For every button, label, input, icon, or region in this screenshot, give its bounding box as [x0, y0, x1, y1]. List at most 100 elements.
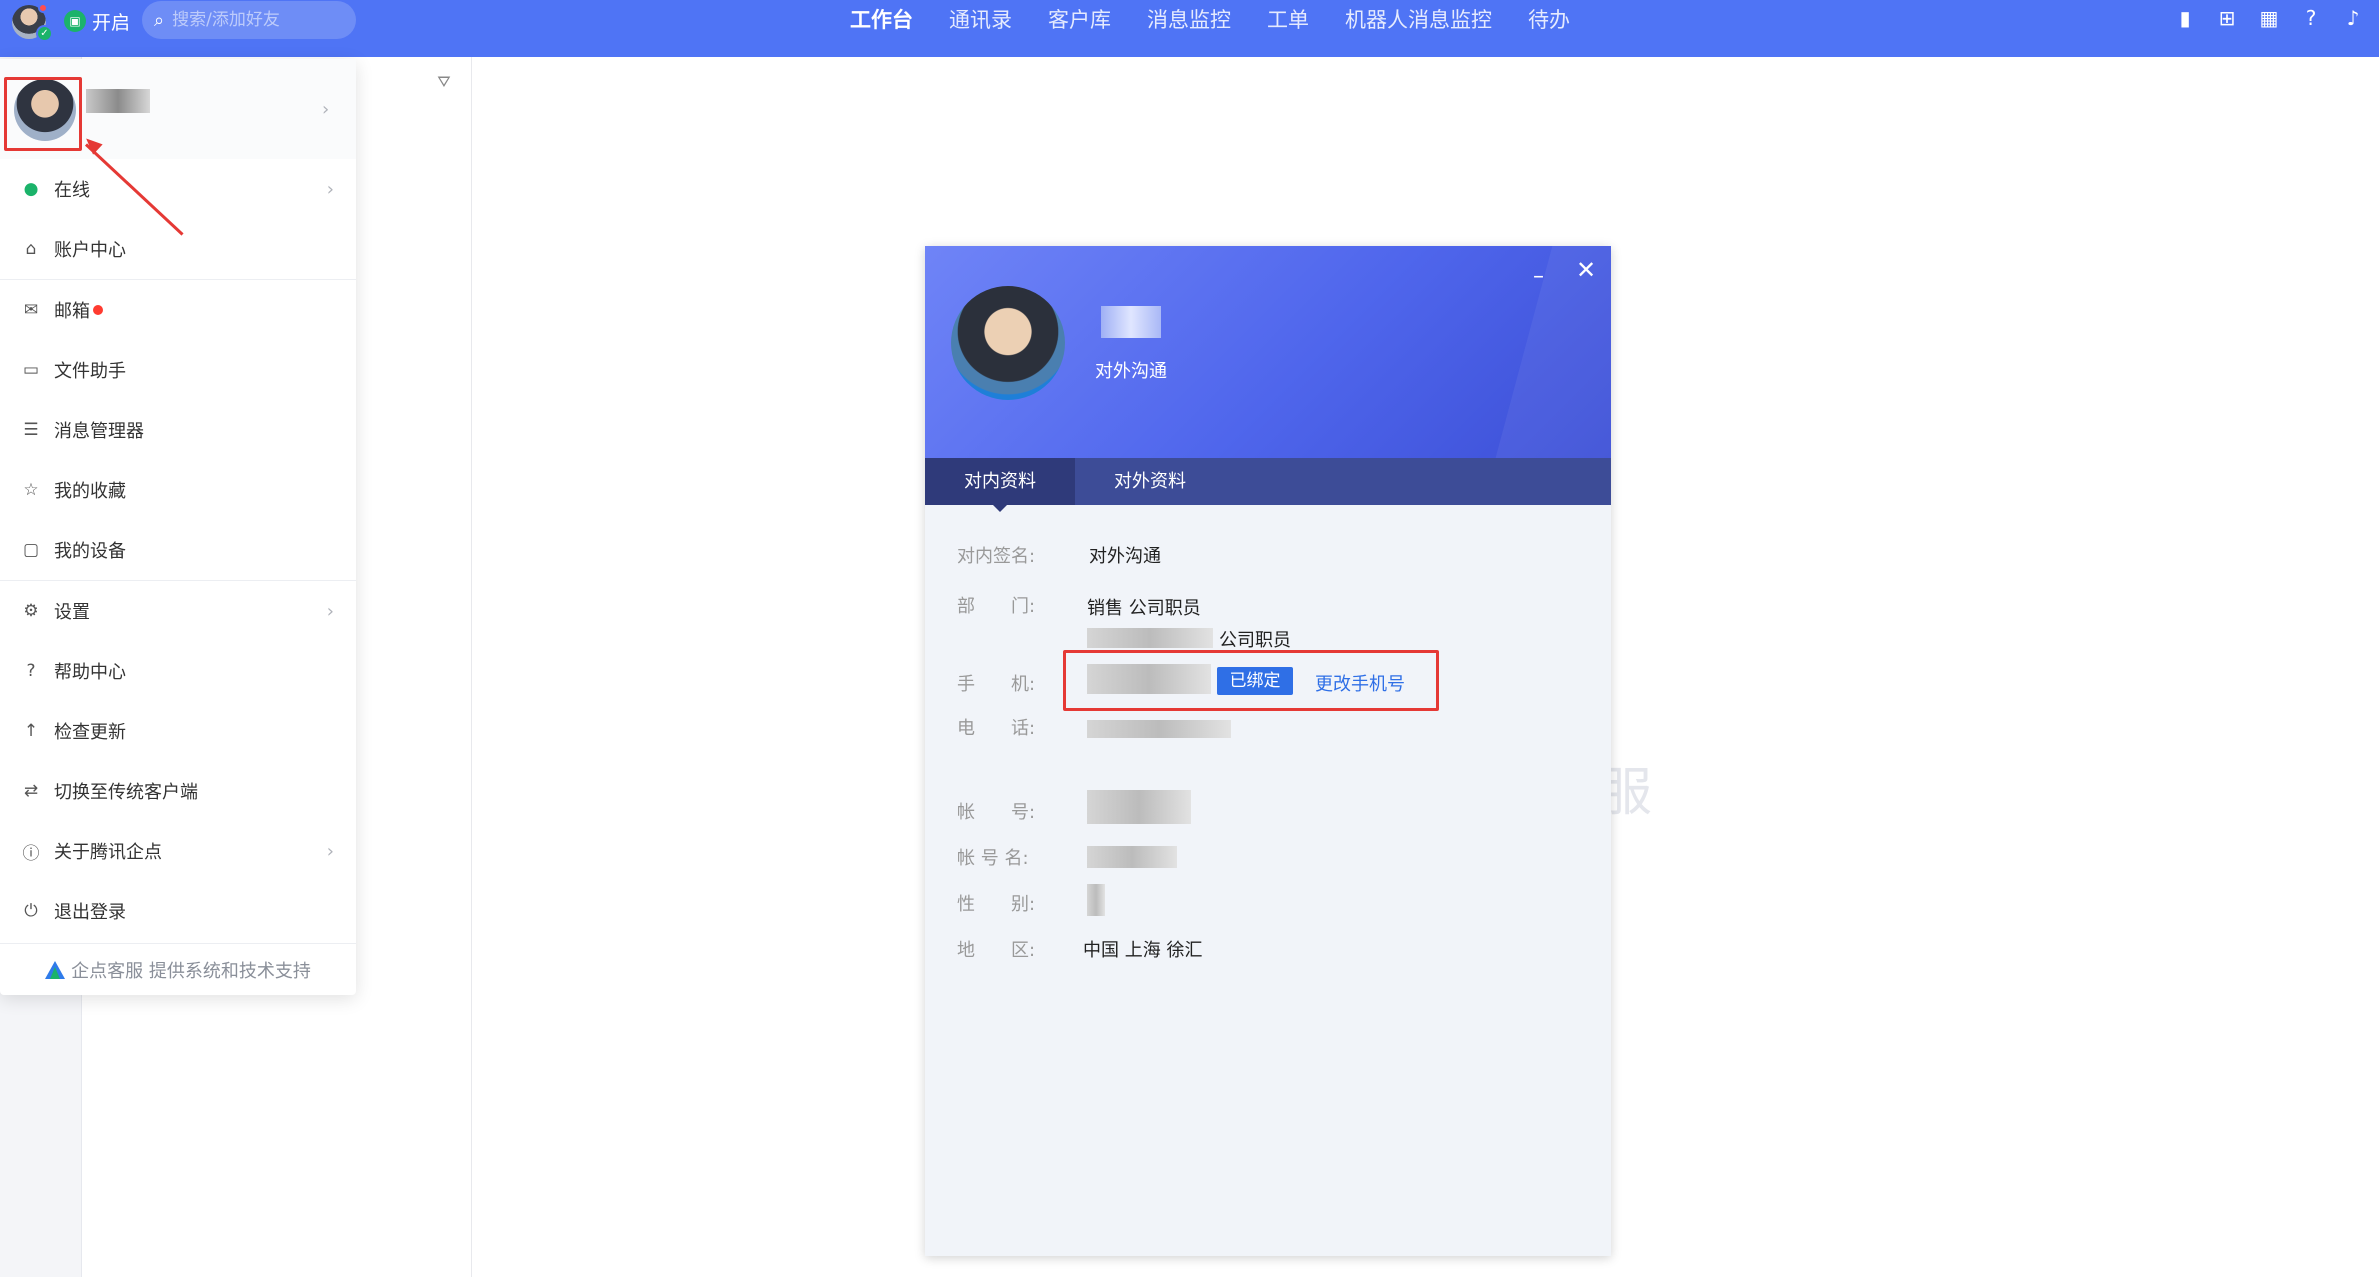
search-icon: ⌕: [154, 9, 165, 31]
profile-tabs: 对内资料 对外资料: [925, 458, 1611, 512]
signal-icon[interactable]: ▮: [2173, 6, 2197, 30]
highlight-box-mobile: [1063, 650, 1439, 711]
chevron-right-icon: ›: [326, 178, 334, 200]
menu-item-help-center[interactable]: ? 帮助中心: [0, 641, 356, 701]
menu-item-label: 关于腾讯企点: [54, 842, 162, 863]
highlight-box-avatar: [4, 77, 82, 151]
telephone-blurred: [1087, 720, 1231, 738]
info-icon: ⓘ: [22, 843, 40, 864]
unread-dot: [93, 305, 103, 315]
add-icon[interactable]: ⊞: [2215, 6, 2239, 30]
value-region: 中国 上海 徐汇: [1083, 940, 1203, 961]
menu-item-logout[interactable]: ⏻ 退出登录: [0, 881, 356, 941]
tab-contacts[interactable]: 通讯录: [949, 4, 1012, 34]
mail-icon: ✉: [23, 300, 39, 320]
label-account-name: 帐 号 名:: [957, 848, 1029, 869]
menu-item-label: 邮箱: [54, 301, 90, 322]
qidian-logo-icon: [45, 960, 66, 979]
profile-avatar[interactable]: [951, 286, 1065, 400]
main-nav: 工作台 通讯录 客户库 消息监控 工单 机器人消息监控 待办: [850, 0, 1606, 38]
menu-item-about[interactable]: ⓘ 关于腾讯企点 ›: [0, 821, 356, 881]
menu-footer: 企点客服 提供系统和技术支持: [0, 943, 356, 995]
menu-item-label: 切换至传统客户端: [54, 782, 198, 803]
profile-name-blurred: [1101, 306, 1161, 338]
tab-todo[interactable]: 待办: [1528, 4, 1570, 34]
label-internal-signature: 对内签名:: [957, 546, 1036, 567]
tab-customer-db[interactable]: 客户库: [1048, 4, 1111, 34]
profile-card: 对外沟通 – ✕ 对内资料 对外资料 对内签名: 对外沟通 部 门: 销售 公司…: [925, 246, 1611, 1256]
help-icon[interactable]: ?: [2299, 6, 2323, 30]
menu-item-settings[interactable]: ⚙ 设置 ›: [0, 581, 356, 641]
account-blurred: [1087, 790, 1191, 824]
value-internal-signature: 对外沟通: [1089, 546, 1161, 567]
chat-icon: ▣: [64, 10, 86, 32]
menu-item-switch-client[interactable]: ⇄ 切换至传统客户端: [0, 761, 356, 821]
close-icon[interactable]: ✕: [1576, 256, 1596, 284]
tab-internal-profile[interactable]: 对内资料: [925, 458, 1075, 512]
folder-icon: ▭: [22, 360, 40, 380]
label-telephone: 电 话:: [957, 718, 1036, 739]
value-department-1: 销售 公司职员: [1087, 598, 1201, 619]
monitor-icon: ▢: [22, 540, 40, 560]
menu-item-check-update[interactable]: ↑ 检查更新: [0, 701, 356, 761]
search-input[interactable]: [172, 10, 323, 30]
menu-username-blurred: [86, 89, 150, 113]
chevron-right-icon: ›: [326, 600, 334, 622]
power-icon: ⏻: [24, 901, 38, 921]
gender-blurred: [1087, 884, 1105, 916]
chevron-right-icon: ›: [322, 99, 330, 120]
menu-item-label: 检查更新: [54, 722, 126, 743]
tab-workbench[interactable]: 工作台: [850, 4, 913, 34]
footer-text: 企点客服 提供系统和技术支持: [71, 960, 311, 982]
switch-icon: ⇄: [23, 781, 39, 801]
menu-item-label: 退出登录: [54, 902, 126, 923]
message-manager-icon: ☰: [23, 420, 39, 440]
top-bar: ✓ ▣ 开启 ⌕ 工作台 通讯录 客户库 消息监控 工单 机器人消息监控 待办 …: [0, 0, 2379, 57]
user-menu: › ● 在线 › ⌂ 账户中心 ✉ 邮箱 ▭ 文件助手 ☰ 消息管理器 ☆ 我的…: [0, 59, 356, 995]
chevron-right-icon: ›: [326, 840, 334, 862]
menu-item-label: 帮助中心: [54, 662, 126, 683]
filter-icon[interactable]: ⛛: [432, 72, 456, 96]
online-check-icon: ●: [23, 179, 39, 199]
toolbar-right: ▮ ⊞ ▦ ? ♪: [2173, 6, 2365, 30]
tab-bot-message-monitor[interactable]: 机器人消息监控: [1345, 4, 1492, 34]
online-check-icon: ✓: [36, 25, 53, 42]
label-mobile: 手 机:: [957, 674, 1036, 695]
department-blurred: [1087, 628, 1213, 648]
label-gender: 性 别:: [957, 894, 1036, 915]
account-name-blurred: [1087, 846, 1177, 868]
menu-item-label: 设置: [54, 602, 90, 623]
minimize-icon[interactable]: –: [1533, 264, 1544, 289]
menu-item-label: 我的设备: [54, 541, 126, 562]
search-box[interactable]: ⌕: [142, 1, 356, 39]
menu-item-label: 账户中心: [54, 240, 126, 261]
tab-message-monitor[interactable]: 消息监控: [1147, 4, 1231, 34]
menu-item-favorites[interactable]: ☆ 我的收藏: [0, 460, 356, 520]
label-account: 帐 号:: [957, 802, 1036, 823]
menu-item-label: 文件助手: [54, 361, 126, 382]
label-department: 部 门:: [957, 596, 1036, 617]
menu-item-label: 我的收藏: [54, 481, 126, 502]
menu-item-mailbox[interactable]: ✉ 邮箱: [0, 280, 356, 340]
tab-ticket[interactable]: 工单: [1267, 4, 1309, 34]
notification-dot: [38, 3, 48, 13]
status-toggle[interactable]: ▣ 开启: [64, 8, 130, 34]
home-icon: ⌂: [25, 239, 37, 259]
star-icon: ☆: [23, 480, 39, 500]
menu-item-online[interactable]: ● 在线 ›: [0, 159, 356, 219]
tab-external-profile[interactable]: 对外资料: [1075, 458, 1225, 505]
menu-item-my-devices[interactable]: ▢ 我的设备: [0, 520, 356, 580]
status-label: 开启: [92, 11, 131, 34]
user-avatar[interactable]: ✓: [12, 3, 53, 42]
menu-item-message-manager[interactable]: ☰ 消息管理器: [0, 400, 356, 460]
label-region: 地 区:: [957, 940, 1036, 961]
apps-grid-icon[interactable]: ▦: [2257, 6, 2281, 30]
profile-card-header: 对外沟通 – ✕: [925, 246, 1611, 458]
value-department-2: 公司职员: [1219, 630, 1291, 651]
menu-item-label: 在线: [54, 180, 90, 201]
profile-signature: 对外沟通: [1095, 361, 1167, 382]
gear-icon: ⚙: [23, 601, 39, 621]
menu-item-label: 消息管理器: [54, 421, 144, 442]
menu-item-file-assistant[interactable]: ▭ 文件助手: [0, 340, 356, 400]
bell-icon[interactable]: ♪: [2341, 6, 2365, 30]
